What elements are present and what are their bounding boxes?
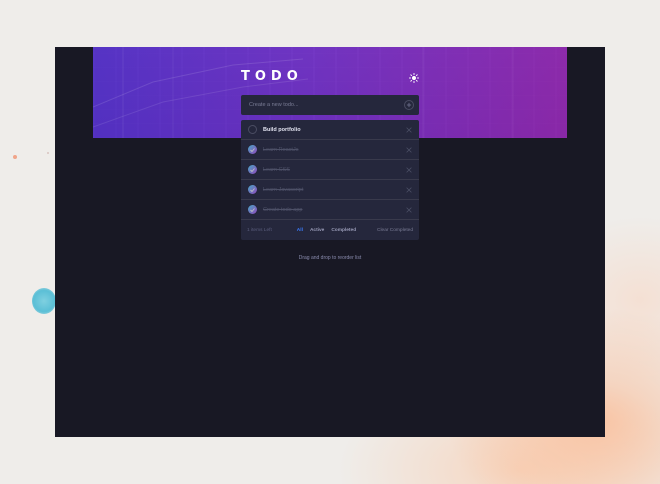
drag-hint: Drag and drop to reorder list: [298, 255, 362, 261]
check-icon: [250, 147, 255, 152]
close-icon[interactable]: [406, 167, 412, 173]
todo-item[interactable]: Create todo app: [241, 200, 419, 220]
todo-label: Build portfolio: [263, 126, 301, 133]
todo-item[interactable]: Build portfolio: [241, 120, 419, 140]
app-title: TODO: [241, 69, 303, 84]
todo-footer: 1 items Left All Active Completed Clear …: [241, 220, 419, 240]
clear-completed-button[interactable]: Clear Completed: [377, 228, 413, 233]
close-icon[interactable]: [406, 207, 412, 213]
background-speck: [47, 152, 49, 154]
background-speck: [13, 155, 17, 159]
sun-icon: [409, 73, 419, 83]
todo-item[interactable]: Learn ReactJs: [241, 140, 419, 160]
todo-checkbox[interactable]: [248, 125, 257, 134]
check-icon: [250, 187, 255, 192]
todo-checkbox[interactable]: [248, 165, 257, 174]
new-todo-bar: [241, 95, 419, 115]
todo-item[interactable]: Learn Javascript: [241, 180, 419, 200]
todo-label: Learn Javascript: [263, 186, 304, 193]
filter-tabs: All Active Completed: [297, 228, 356, 233]
todo-checkbox[interactable]: [248, 185, 257, 194]
check-icon: [250, 167, 255, 172]
todo-label: Learn ReactJs: [263, 146, 299, 153]
items-left-count: 1 items Left: [247, 227, 272, 233]
todo-app-window: TODO Build por: [55, 47, 605, 437]
todo-checkbox[interactable]: [248, 145, 257, 154]
add-todo-button[interactable]: [404, 100, 414, 110]
todo-label: Learn CSS: [263, 166, 290, 173]
filter-completed[interactable]: Completed: [331, 228, 356, 233]
todo-list: Build portfolio Learn ReactJs Learn CSS: [241, 120, 419, 240]
check-icon: [250, 207, 255, 212]
filter-all[interactable]: All: [297, 228, 303, 233]
close-icon[interactable]: [406, 187, 412, 193]
todo-label: Create todo app: [263, 206, 303, 213]
todo-item[interactable]: Learn CSS: [241, 160, 419, 180]
plus-icon: [406, 102, 412, 108]
theme-toggle-button[interactable]: [407, 71, 421, 85]
new-todo-input[interactable]: [249, 102, 399, 108]
close-icon[interactable]: [406, 127, 412, 133]
todo-checkbox[interactable]: [248, 205, 257, 214]
background-dot: [32, 288, 56, 314]
close-icon[interactable]: [406, 147, 412, 153]
filter-active[interactable]: Active: [310, 228, 324, 233]
